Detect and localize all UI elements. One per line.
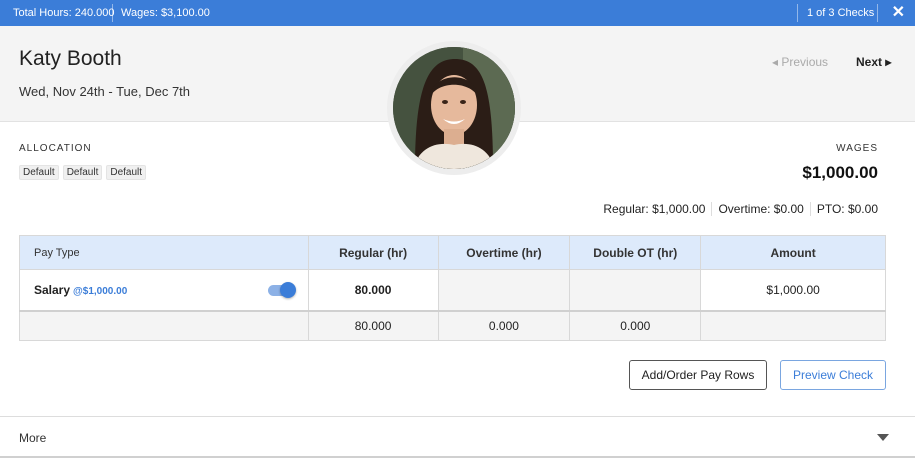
total-wages: Wages: $3,100.00 <box>121 7 210 19</box>
enable-toggle[interactable] <box>267 282 296 298</box>
allocation-chip: Default <box>62 165 103 180</box>
overtime-hours-cell[interactable] <box>437 269 571 311</box>
totals-label-cell <box>19 309 309 341</box>
table-row: Salary @$1,000.00 80.000 $1,000.00 <box>19 269 886 311</box>
check-count: 1 of 3 Checks <box>807 7 875 19</box>
avatar <box>393 47 515 169</box>
add-order-pay-rows-button[interactable]: Add/Order Pay Rows <box>629 360 767 390</box>
wages-total: $1,000.00 <box>802 163 878 182</box>
totals-row: 80.000 0.000 0.000 <box>19 309 886 341</box>
allocation-chips: Default Default Default <box>19 165 147 180</box>
amount-cell: $1,000.00 <box>700 269 886 311</box>
preview-check-button[interactable]: Preview Check <box>780 360 886 390</box>
column-header: Overtime (hr) <box>437 235 571 270</box>
pay-rows-table: Pay Type Regular (hr) Overtime (hr) Doub… <box>19 235 886 341</box>
allocation-label: ALLOCATION <box>19 143 92 154</box>
pay-type-label: Salary <box>34 282 71 297</box>
more-section[interactable]: More <box>0 416 915 458</box>
column-header: Double OT (hr) <box>569 235 702 270</box>
total-overtime: 0.000 <box>437 309 571 341</box>
allocation-chip: Default <box>19 165 59 180</box>
pto-wages: PTO: $0.00 <box>809 202 878 216</box>
regular-hours-cell[interactable]: 80.000 <box>307 269 439 311</box>
column-header: Pay Type <box>19 235 309 270</box>
divider <box>112 4 113 22</box>
regular-wages: Regular: $1,000.00 <box>603 202 706 216</box>
pay-type-cell: Salary @$1,000.00 <box>19 269 309 311</box>
next-button[interactable]: Next ▸ <box>856 55 891 69</box>
close-icon[interactable]: ✕ <box>892 0 905 26</box>
employee-name: Katy Booth <box>19 47 122 70</box>
divider <box>877 4 878 22</box>
chevron-down-icon[interactable] <box>877 434 889 441</box>
total-hours: Total Hours: 240.000 <box>13 7 115 19</box>
toggle-knob <box>279 282 296 298</box>
total-amount <box>700 309 886 341</box>
overtime-wages: Overtime: $0.00 <box>711 202 809 216</box>
table-header-row: Pay Type Regular (hr) Overtime (hr) Doub… <box>19 235 886 270</box>
divider <box>797 4 798 22</box>
total-regular: 80.000 <box>307 309 439 341</box>
previous-button[interactable]: ◂ Previous <box>772 55 828 69</box>
wages-breakdown: Regular: $1,000.00 Overtime: $0.00 PTO: … <box>597 202 878 216</box>
column-header: Amount <box>700 235 886 270</box>
top-summary-bar: Total Hours: 240.000 Wages: $3,100.00 1 … <box>0 0 915 26</box>
column-header: Regular (hr) <box>307 235 439 270</box>
double-ot-hours-cell[interactable] <box>569 269 702 311</box>
total-double-ot: 0.000 <box>569 309 702 341</box>
pay-rate: @$1,000.00 <box>73 285 128 297</box>
allocation-chip: Default <box>106 165 147 180</box>
more-label: More <box>19 431 47 445</box>
wages-label: WAGES <box>836 143 878 154</box>
pay-period: Wed, Nov 24th - Tue, Dec 7th <box>19 84 191 99</box>
avatar-photo <box>393 47 515 169</box>
